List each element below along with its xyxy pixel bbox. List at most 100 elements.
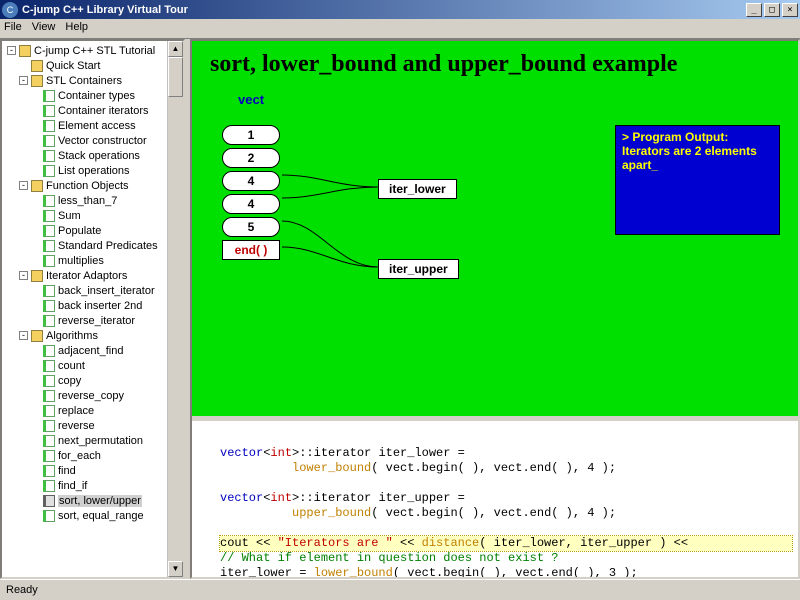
page-icon	[43, 135, 55, 147]
page-icon	[43, 435, 55, 447]
tree-row[interactable]: Element access	[2, 118, 183, 133]
statusbar: Ready	[0, 579, 800, 599]
scroll-up-icon[interactable]: ▲	[168, 41, 183, 57]
collapse-icon[interactable]: -	[19, 181, 28, 190]
code-line	[220, 431, 792, 446]
tree-label: count	[58, 360, 85, 372]
page-icon	[43, 90, 55, 102]
tree-label: sort, equal_range	[58, 510, 144, 522]
tree-label: find_if	[58, 480, 87, 492]
tree-view[interactable]: - C-jump C++ STL TutorialQuick Start-STL …	[2, 41, 183, 525]
scroll-thumb[interactable]	[168, 57, 183, 97]
tree-row[interactable]: Stack operations	[2, 148, 183, 163]
page-icon	[43, 420, 55, 432]
app-icon: C	[2, 2, 18, 18]
tree-row[interactable]: reverse	[2, 418, 183, 433]
tree-label: less_than_7	[58, 195, 117, 207]
tree-row[interactable]: find_if	[2, 478, 183, 493]
page-icon	[43, 285, 55, 297]
tree-label: Function Objects	[46, 180, 129, 192]
tree-label: Iterator Adaptors	[46, 270, 127, 282]
tree-scrollbar[interactable]: ▲ ▼	[167, 41, 183, 577]
tree-row[interactable]: multiplies	[2, 253, 183, 268]
menu-view[interactable]: View	[32, 21, 56, 36]
tree-label: Stack operations	[58, 150, 140, 162]
code-pane[interactable]: vector<int>::iterator iter_lower = lower…	[192, 421, 798, 577]
collapse-icon[interactable]: -	[19, 76, 28, 85]
maximize-button[interactable]: □	[764, 3, 780, 17]
code-line: lower_bound( vect.begin( ), vect.end( ),…	[220, 461, 792, 476]
tree-row[interactable]: Container types	[2, 88, 183, 103]
main-pane: sort, lower_bound and upper_bound exampl…	[190, 39, 800, 579]
tree-row[interactable]: - Function Objects	[2, 178, 183, 193]
book-icon	[31, 330, 43, 342]
tree-label: for_each	[58, 450, 101, 462]
tree-row[interactable]: reverse_iterator	[2, 313, 183, 328]
tree-label: reverse_iterator	[58, 315, 135, 327]
page-icon	[43, 390, 55, 402]
page-icon	[43, 315, 55, 327]
minimize-button[interactable]: _	[746, 3, 762, 17]
tree-row[interactable]: back_insert_iterator	[2, 283, 183, 298]
tree-row[interactable]: replace	[2, 403, 183, 418]
code-line	[220, 521, 792, 536]
tree-label: Container types	[58, 90, 135, 102]
tree-row[interactable]: sort, equal_range	[2, 508, 183, 523]
close-button[interactable]: ×	[782, 3, 798, 17]
page-icon	[43, 210, 55, 222]
tree-row[interactable]: -STL Containers	[2, 73, 183, 88]
tree-label: reverse	[58, 420, 95, 432]
page-icon	[43, 450, 55, 462]
tree-label: copy	[58, 375, 81, 387]
vector-cell: 1	[222, 125, 280, 145]
tree-row[interactable]: sort, lower/upper	[2, 493, 183, 508]
tree-label: Vector constructor	[58, 135, 147, 147]
iter-upper-box: iter_upper	[378, 259, 459, 279]
tree-label: Algorithms	[46, 330, 98, 342]
page-icon	[43, 495, 55, 507]
tree-label: back_insert_iterator	[58, 285, 155, 297]
tree-row[interactable]: count	[2, 358, 183, 373]
tree-row[interactable]: find	[2, 463, 183, 478]
status-text: Ready	[6, 584, 38, 596]
tree-label: reverse_copy	[58, 390, 124, 402]
tree-row[interactable]: next_permutation	[2, 433, 183, 448]
page-icon	[43, 150, 55, 162]
tree-row[interactable]: back inserter 2nd	[2, 298, 183, 313]
collapse-icon[interactable]: -	[19, 331, 28, 340]
tree-row[interactable]: - Iterator Adaptors	[2, 268, 183, 283]
output-body: Iterators are 2 elements apart_	[622, 144, 773, 172]
page-icon	[43, 360, 55, 372]
tree-row[interactable]: Sum	[2, 208, 183, 223]
tree-row[interactable]: less_than_7	[2, 193, 183, 208]
tree-row[interactable]: reverse_copy	[2, 388, 183, 403]
output-title: > Program Output:	[622, 130, 773, 144]
menu-help[interactable]: Help	[65, 21, 88, 36]
tree-row[interactable]: Vector constructor	[2, 133, 183, 148]
tree-row[interactable]: - C-jump C++ STL Tutorial	[2, 43, 183, 58]
tree-row[interactable]: Container iterators	[2, 103, 183, 118]
page-icon	[43, 480, 55, 492]
tree-label: C-jump C++ STL Tutorial	[34, 45, 155, 57]
tree-row[interactable]: Quick Start	[2, 58, 183, 73]
tree-row[interactable]: - Algorithms	[2, 328, 183, 343]
client-area: - C-jump C++ STL TutorialQuick Start-STL …	[0, 38, 800, 579]
code-line: iter_lower = lower_bound( vect.begin( ),…	[220, 566, 792, 577]
tree-row[interactable]: adjacent_find	[2, 343, 183, 358]
collapse-icon[interactable]: -	[19, 271, 28, 280]
book-icon	[19, 45, 31, 57]
tree-label: adjacent_find	[58, 345, 123, 357]
tree-label: sort, lower/upper	[58, 495, 142, 507]
menubar: File View Help	[0, 19, 800, 38]
tree-row[interactable]: for_each	[2, 448, 183, 463]
tree-row[interactable]: List operations	[2, 163, 183, 178]
page-icon	[43, 120, 55, 132]
tree-row[interactable]: Populate	[2, 223, 183, 238]
tree-row[interactable]: Standard Predicates	[2, 238, 183, 253]
collapse-icon[interactable]: -	[7, 46, 16, 55]
scroll-down-icon[interactable]: ▼	[168, 561, 183, 577]
code-line: cout << "Iterators are " << distance( it…	[220, 536, 792, 551]
tree-row[interactable]: copy	[2, 373, 183, 388]
page-icon	[43, 300, 55, 312]
menu-file[interactable]: File	[4, 21, 22, 36]
